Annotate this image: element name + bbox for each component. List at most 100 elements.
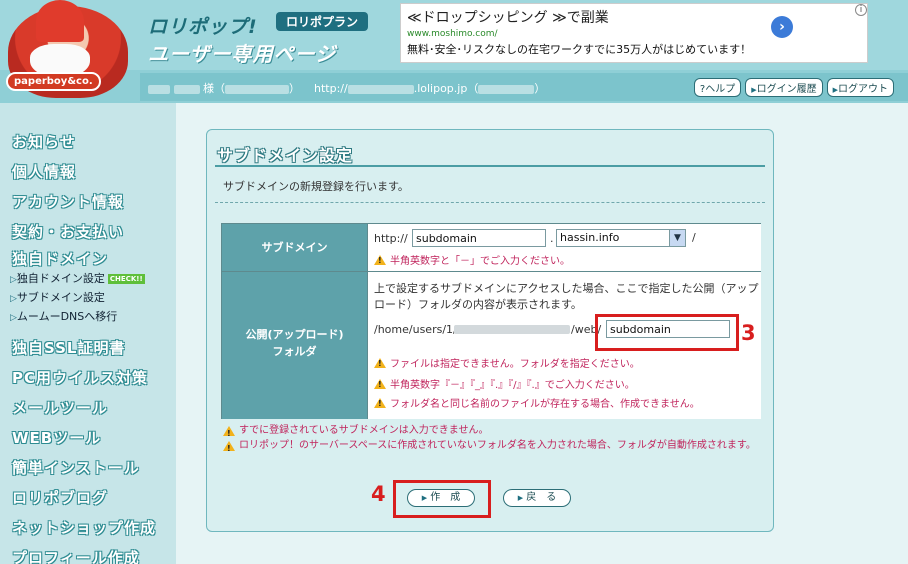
step3-highlight-box [595, 314, 739, 351]
domain-close: ） [534, 82, 546, 95]
triangle-icon: ▷ [10, 294, 17, 304]
subitem-own-domain-settings[interactable]: ▷独自ドメイン設定 CHECK!! [0, 269, 176, 288]
folder-warning-text: 半角英数字『－』『_』『.』『/』『.』でご入力ください。 [390, 380, 635, 391]
mascot-hat [36, 0, 84, 42]
folder-warning-text: ファイルは指定できません。フォルダを指定ください。 [390, 359, 640, 370]
folder-label-line2: フォルダ [272, 345, 317, 358]
ad-info-icon[interactable]: i [855, 4, 867, 16]
subdomain-input[interactable] [412, 229, 546, 247]
main-content: サブドメイン設定 サブドメインの新規登録を行います。 サブドメイン 公開(アップ… [176, 103, 908, 564]
ad-arrow-icon[interactable]: › [771, 16, 793, 38]
redacted-username [173, 84, 200, 94]
sidebar-item-contract-payment[interactable]: 契約・お支払い [0, 217, 176, 247]
note-text: ロリポップ！のサーバースペースに作成されていないフォルダ名を入力された場合、フォ… [239, 440, 756, 451]
triangle-icon: ▶ [517, 494, 524, 502]
subdomain-warning-text: 半角英数字と「－」でご入力ください。 [390, 256, 570, 267]
subitem-muumuu-dns[interactable]: ▷ムームーDNSへ移行 [0, 307, 176, 326]
sidebar-item-antivirus[interactable]: PC用ウイルス対策 [0, 363, 176, 393]
sidebar: お知らせ 個人情報 アカウント情報 契約・お支払い 独自ドメイン ▷独自ドメイン… [0, 103, 176, 564]
step4-label: 4 [371, 482, 386, 506]
login-history-button[interactable]: ▶ログイン履歴 [745, 78, 823, 97]
note-item: ロリポップ！のサーバースペースに作成されていないフォルダ名を入力された場合、フォ… [223, 439, 763, 456]
mascot-logo[interactable]: paperboy&co. [0, 0, 140, 103]
dashed-divider [215, 202, 765, 203]
sidebar-item-profile[interactable]: プロフィール作成 [0, 543, 176, 564]
logout-button[interactable]: ▶ログアウト [826, 78, 894, 97]
ad-description: 無料･安全･リスクなしの在宅ワークすでに35万人がはじめています！ [407, 43, 752, 56]
folder-warning: フォルダ名と同じ名前のファイルが存在する場合、作成できません。 [374, 395, 700, 410]
sidebar-item-account-info[interactable]: アカウント情報 [0, 187, 176, 217]
sidebar-item-news[interactable]: お知らせ [0, 127, 176, 157]
redacted-domain-id [478, 84, 535, 94]
header-buttons: ?ヘルプ ▶ログイン履歴 ▶ログアウト [693, 78, 894, 97]
domain-prefix: http:// [314, 82, 348, 95]
http-prefix: http:// [374, 232, 408, 245]
folder-warning: ファイルは指定できません。フォルダを指定ください。 [374, 355, 640, 370]
title-divider [215, 165, 765, 167]
triangle-icon: ▷ [10, 275, 17, 285]
chevron-down-icon[interactable]: ▼ [669, 230, 685, 246]
step4-highlight-box [393, 480, 491, 518]
user-suffix: 様（ [203, 82, 225, 95]
subdomain-label: サブドメイン [222, 224, 368, 272]
page-description: サブドメインの新規登録を行います。 [223, 180, 409, 193]
sidebar-item-blog[interactable]: ロリポブログ [0, 483, 176, 513]
dot-separator: . [550, 232, 554, 245]
login-history-label: ログイン履歴 [756, 84, 817, 95]
sidebar-item-personal-info[interactable]: 個人情報 [0, 157, 176, 187]
help-button[interactable]: ?ヘルプ [693, 78, 742, 97]
subitem-label: 独自ドメイン設定 [16, 272, 105, 285]
brand-subtitle: ユーザー専用ページ [148, 42, 337, 66]
brand-logo-text: ロリポップ! [148, 16, 258, 38]
page-title: サブドメイン設定 [217, 146, 354, 165]
redacted-userid [225, 84, 289, 94]
back-button[interactable]: ▶ 戻 る [503, 489, 571, 507]
user-close: ） [289, 82, 300, 95]
sidebar-item-ssl[interactable]: 独自SSL証明書 [0, 333, 176, 363]
sidebar-item-mail-tools[interactable]: メールツール [0, 393, 176, 423]
folder-label: 公開(アップロード) フォルダ [222, 272, 368, 419]
ad-title[interactable]: ≪ドロップシッピング ≫で副業 [407, 7, 861, 27]
folder-warning: 半角英数字『－』『_』『.』『/』『.』でご入力ください。 [374, 376, 635, 391]
brand-plan-badge: ロリポプラン [276, 12, 369, 31]
domain-selected-value: hassin.info [560, 231, 620, 244]
sidebar-item-netshop[interactable]: ネットショップ作成 [0, 513, 176, 543]
sidebar-item-own-domain[interactable]: 独自ドメイン [0, 247, 176, 269]
redacted-username [148, 84, 170, 94]
warning-icon [223, 426, 235, 441]
sidebar-item-web-tools[interactable]: WEBツール [0, 423, 176, 453]
subitem-label: ムームーDNSへ移行 [16, 310, 118, 323]
redacted-domain [347, 84, 414, 94]
subitem-label: サブドメイン設定 [16, 291, 105, 304]
note-text: すでに登録されているサブドメインは入力できません。 [239, 425, 489, 436]
step3-label: 3 [741, 321, 756, 345]
paperboy-badge: paperboy&co. [6, 72, 101, 91]
header: paperboy&co. ロリポップ! ロリポプラン ユーザー専用ページ ≪ドロ… [0, 0, 908, 103]
redacted-path [454, 325, 570, 334]
advertisement[interactable]: ≪ドロップシッピング ≫で副業 www.moshimo.com/ 無料･安全･リ… [400, 3, 868, 63]
warning-icon [374, 358, 386, 368]
warning-icon [374, 379, 386, 389]
note-item: すでに登録されているサブドメインは入力できません。 [223, 424, 763, 441]
subdomain-row: http:// . hassin.info ▼ / 半角英数字と「－」でご入力く… [368, 224, 761, 272]
ad-url[interactable]: www.moshimo.com/ [407, 29, 861, 39]
subitem-subdomain-settings[interactable]: ▷サブドメイン設定 [0, 288, 176, 307]
check-badge: CHECK!! [107, 274, 145, 284]
user-info: 様（ ） http:// .lolipop.jp（ ） [148, 80, 545, 96]
triangle-icon: ▷ [10, 313, 17, 323]
warning-icon [374, 255, 386, 265]
own-domain-submenu: ▷独自ドメイン設定 CHECK!! ▷サブドメイン設定 ▷ムームーDNSへ移行 [0, 269, 176, 330]
logout-label: ログアウト [838, 84, 888, 95]
folder-label-line1: 公開(アップロード) [245, 328, 344, 341]
folder-info-line1: 上で設定するサブドメインにアクセスした場合、ここで指定した公開（アップ [374, 282, 759, 295]
back-button-label: 戻 る [526, 492, 557, 503]
warning-icon [223, 441, 235, 456]
sidebar-item-easy-install[interactable]: 簡単インストール [0, 453, 176, 483]
notes: すでに登録されているサブドメインは入力できません。 ロリポップ！のサーバースペー… [223, 424, 763, 456]
path-prefix: /home/users/1/ [374, 323, 457, 336]
user-bar: 様（ ） http:// .lolipop.jp（ ） ?ヘルプ ▶ログイン履歴 ▶ロ… [140, 73, 908, 101]
folder-warning-text: フォルダ名と同じ名前のファイルが存在する場合、作成できません。 [390, 399, 700, 410]
folder-info-line2: ロード）フォルダの内容が表示されます。 [374, 298, 582, 311]
slash-separator: / [692, 231, 696, 244]
domain-select[interactable]: hassin.info ▼ [556, 229, 686, 247]
